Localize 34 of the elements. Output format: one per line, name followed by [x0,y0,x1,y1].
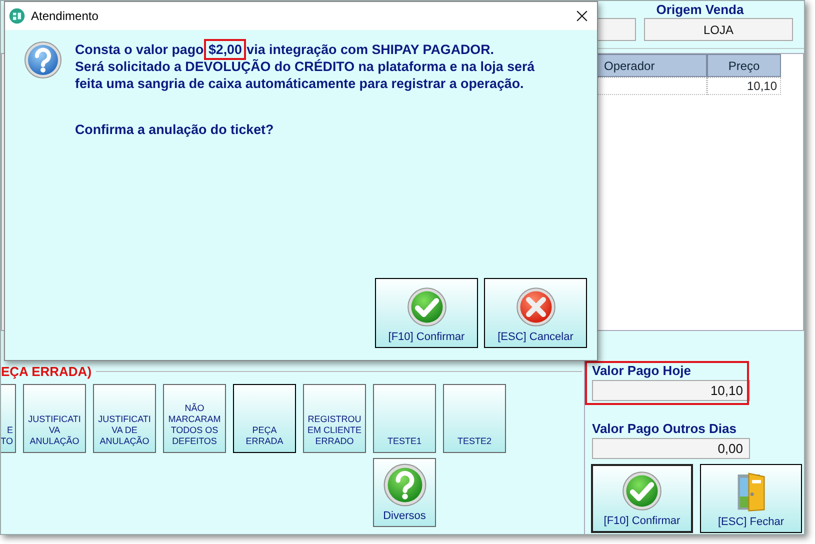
reason-button[interactable]: PEÇA ERRADA [233,384,296,452]
reason-button[interactable]: TESTE2 [443,384,506,452]
reason-button[interactable]: E TO [1,384,16,452]
close-button[interactable]: [ESC] Fechar [700,464,802,533]
column-header[interactable]: Preço [707,54,781,77]
close-icon[interactable] [575,9,589,23]
app-logo-icon [9,8,25,24]
reason-button[interactable]: JUSTIFICATI VA DE ANULAÇÃO [93,384,156,452]
input-field[interactable] [595,18,636,41]
section-heading: EÇA ERRADA) [1,363,92,381]
question-icon [23,40,63,80]
column-header[interactable]: Operador [595,54,707,77]
reason-button[interactable]: NÃO MARCARAM TODOS OS DEFEITOS [163,384,226,452]
window-title: Atendimento [31,8,100,25]
reason-button[interactable]: TESTE1 [373,384,436,452]
check-icon [406,286,448,328]
check-icon [621,470,663,512]
x-icon [514,286,556,328]
input-field[interactable]: LOJA [644,18,793,41]
confirm-button[interactable]: [F10] Confirmar [375,278,478,348]
field-label: Origem Venda [656,2,744,18]
reason-button[interactable]: REGISTROU EM CLIENTE ERRADO [303,384,366,452]
question-icon [382,462,428,508]
field-label: Valor Pago Hoje [592,363,692,379]
confirm-button[interactable]: [F10] Confirmar [591,464,693,533]
dialog-message: Consta o valor pago $2,00 via integração com SHIPAY PAGADOR. Será solicitado a DEVOLUÇÃO do CRÉDITO na plataforma e na loja será feita uma sangria de caixa automáticamente para registrar a operação. [75,41,587,92]
dialog-question: Confirma a anulação do ticket? [75,121,275,139]
diversos-button[interactable]: Diversos [373,458,436,526]
input-field[interactable]: 10,10 [592,380,750,401]
reason-button[interactable]: JUSTIFICATI VA ANULAÇÃO [23,384,86,452]
input-field[interactable]: 0,00 [592,438,750,459]
field-label: Valor Pago Outros Dias [592,421,738,437]
table-cell: 10,10 [707,77,781,95]
cancel-button[interactable]: [ESC] Cancelar [484,278,587,348]
